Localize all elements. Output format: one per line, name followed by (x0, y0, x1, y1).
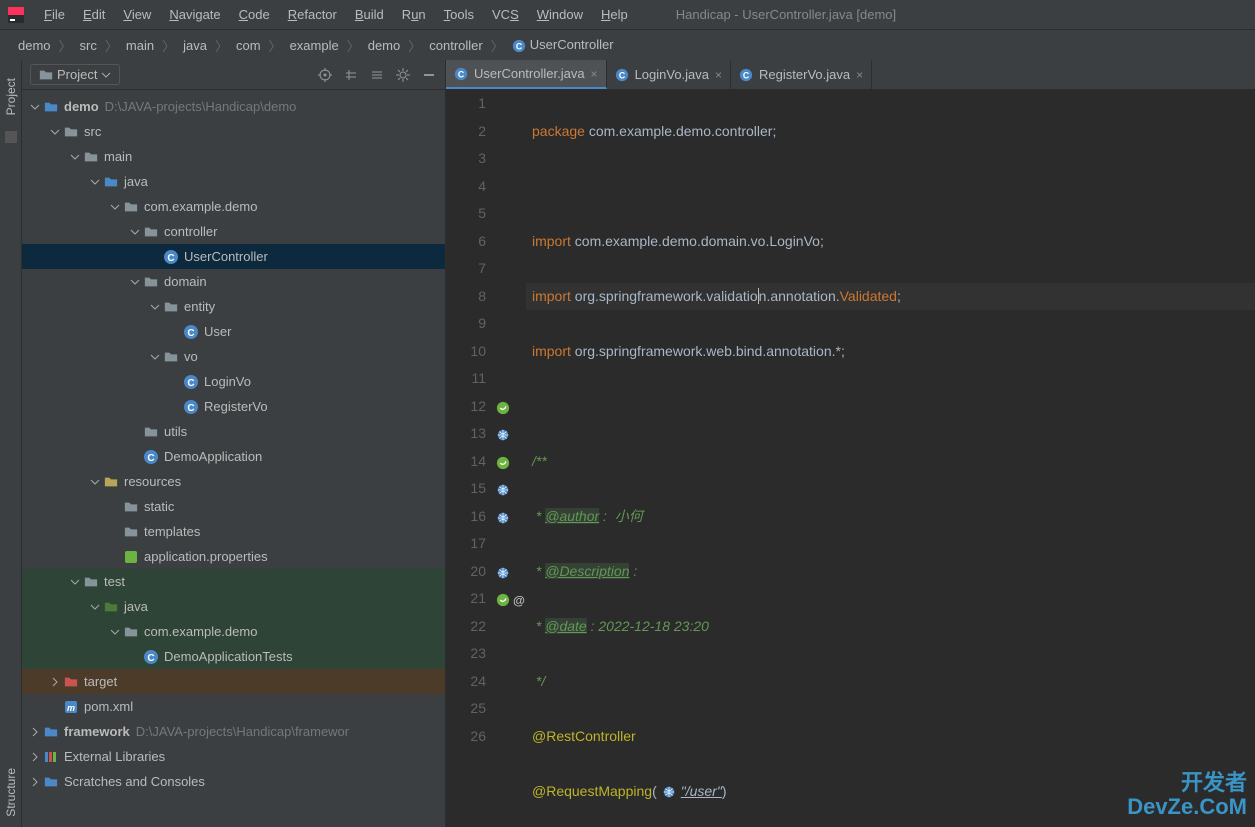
tree-entity[interactable]: entity (22, 294, 445, 319)
menu-window[interactable]: Window (529, 3, 591, 26)
tree-test[interactable]: test (22, 569, 445, 594)
spring-gutter-icon[interactable] (496, 401, 510, 415)
bc-src[interactable]: src (74, 36, 103, 55)
side-structure-btn[interactable]: Structure (4, 768, 18, 817)
svg-text:m: m (67, 703, 75, 713)
project-panel: Project demo D:\JAVA-projects\Handicap\d… (22, 60, 446, 827)
menu-navigate[interactable]: Navigate (161, 3, 228, 26)
tree-loginvo[interactable]: LoginVo (22, 369, 445, 394)
project-tree[interactable]: demo D:\JAVA-projects\Handicap\demo src … (22, 90, 445, 827)
tree-target[interactable]: target (22, 669, 445, 694)
tree-registervo[interactable]: RegisterVo (22, 394, 445, 419)
bc-main[interactable]: main (120, 36, 160, 55)
tab-close-icon[interactable]: × (856, 68, 863, 82)
collapse-all-icon[interactable] (369, 67, 385, 83)
tree-java[interactable]: java (22, 169, 445, 194)
project-view-selector[interactable]: Project (30, 64, 120, 85)
menu-code[interactable]: Code (231, 3, 278, 26)
bc-demo[interactable]: demo (12, 36, 57, 55)
tree-appprops[interactable]: application.properties (22, 544, 445, 569)
tab-close-icon[interactable]: × (591, 67, 598, 81)
menu-refactor[interactable]: Refactor (280, 3, 345, 26)
watermark: 开发者 DevZe.CoM (1127, 771, 1247, 819)
gutter-icons (494, 90, 526, 827)
project-panel-header: Project (22, 60, 445, 90)
bc-controller[interactable]: controller (423, 36, 488, 55)
menu-help[interactable]: Help (593, 3, 636, 26)
menu-view[interactable]: View (115, 3, 159, 26)
at-gutter-icon[interactable] (512, 593, 526, 607)
tree-controller[interactable]: controller (22, 219, 445, 244)
spring-gutter-icon[interactable] (496, 593, 510, 607)
locate-icon[interactable] (317, 67, 333, 83)
tree-utils[interactable]: utils (22, 419, 445, 444)
tree-pom[interactable]: mpom.xml (22, 694, 445, 719)
tab-loginvo[interactable]: LoginVo.java× (607, 60, 731, 89)
window-title: Handicap - UserController.java [demo] (676, 7, 896, 22)
menu-run[interactable]: Run (394, 3, 434, 26)
menu-bar: File Edit View Navigate Code Refactor Bu… (0, 0, 1255, 30)
tree-usercontroller[interactable]: UserController (22, 244, 445, 269)
tree-static[interactable]: static (22, 494, 445, 519)
menu-tools[interactable]: Tools (436, 3, 482, 26)
left-tool-strip: Project Structure (0, 60, 22, 827)
tree-demoapptests[interactable]: DemoApplicationTests (22, 644, 445, 669)
tree-framework[interactable]: framework D:\JAVA-projects\Handicap\fram… (22, 719, 445, 744)
tree-resources[interactable]: resources (22, 469, 445, 494)
menu-file[interactable]: File (36, 3, 73, 26)
editor-tabs: UserController.java× LoginVo.java× Regis… (446, 60, 1255, 90)
spring-gutter-icon[interactable] (496, 456, 510, 470)
web-gutter-icon[interactable] (496, 428, 510, 442)
tree-extlib[interactable]: External Libraries (22, 744, 445, 769)
bc-pkgdemo[interactable]: demo (362, 36, 407, 55)
app-logo-icon (8, 7, 24, 23)
tree-pkg2[interactable]: com.example.demo (22, 619, 445, 644)
tree-demoapp[interactable]: DemoApplication (22, 444, 445, 469)
side-square-icon (5, 131, 17, 143)
tab-registervo[interactable]: RegisterVo.java× (731, 60, 872, 89)
expand-all-icon[interactable] (343, 67, 359, 83)
minimize-icon[interactable] (421, 67, 437, 83)
tab-usercontroller[interactable]: UserController.java× (446, 60, 607, 89)
bc-example[interactable]: example (284, 36, 345, 55)
tree-scratches[interactable]: Scratches and Consoles (22, 769, 445, 794)
bc-java[interactable]: java (177, 36, 213, 55)
editor-area: UserController.java× LoginVo.java× Regis… (446, 60, 1255, 827)
tree-demo[interactable]: demo D:\JAVA-projects\Handicap\demo (22, 94, 445, 119)
tree-domain[interactable]: domain (22, 269, 445, 294)
web-gutter-icon[interactable] (496, 511, 510, 525)
tree-user[interactable]: User (22, 319, 445, 344)
menu-edit[interactable]: Edit (75, 3, 113, 26)
side-project-btn[interactable]: Project (4, 78, 18, 115)
tree-templates[interactable]: templates (22, 519, 445, 544)
tree-main[interactable]: main (22, 144, 445, 169)
line-number-gutter: 123456789101112131415161720212223242526 (446, 90, 494, 827)
tree-pkg1[interactable]: com.example.demo (22, 194, 445, 219)
web-gutter-icon[interactable] (496, 566, 510, 580)
web-gutter-icon[interactable] (496, 483, 510, 497)
bc-class[interactable]: UserController (506, 35, 620, 55)
breadcrumb: demo〉 src〉 main〉 java〉 com〉 example〉 dem… (0, 30, 1255, 60)
settings-icon[interactable] (395, 67, 411, 83)
menu-build[interactable]: Build (347, 3, 392, 26)
bc-com[interactable]: com (230, 36, 267, 55)
menu-vcs[interactable]: VCS (484, 3, 527, 26)
tab-close-icon[interactable]: × (715, 68, 722, 82)
code-content[interactable]: package com.example.demo.controller; imp… (526, 90, 1255, 827)
tree-src[interactable]: src (22, 119, 445, 144)
code-editor[interactable]: 123456789101112131415161720212223242526 … (446, 90, 1255, 827)
tree-vo[interactable]: vo (22, 344, 445, 369)
tree-java2[interactable]: java (22, 594, 445, 619)
